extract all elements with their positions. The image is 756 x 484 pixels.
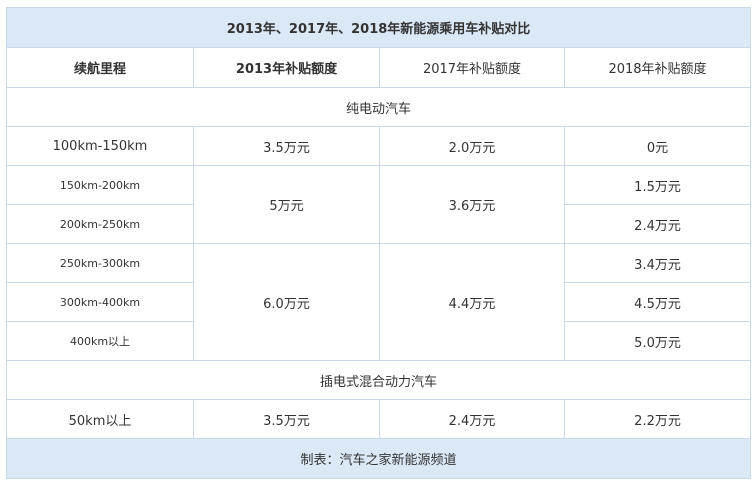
- table-row: 250km-300km 6.0万元 4.4万元 3.4万元: [6, 243, 752, 361]
- table-row: 50km以上 3.5万元 2.4万元 2.2万元: [6, 399, 752, 439]
- range-cell: 200km-250km: [6, 204, 194, 244]
- section-row-electric: 纯电动汽车: [5, 87, 752, 127]
- table-title: 2013年、2017年、2018年新能源乘用车补贴对比: [5, 7, 752, 48]
- table-title-row: 2013年、2017年、2018年新能源乘用车补贴对比: [5, 7, 752, 48]
- value-2017-merged-cell: 4.4万元: [379, 243, 565, 361]
- value-2017-cell: 2.4万元: [379, 399, 565, 439]
- section-label-electric: 纯电动汽车: [5, 87, 752, 127]
- value-2018-cell: 4.5万元: [563, 282, 752, 322]
- header-2013: 2013年补贴额度: [193, 47, 380, 88]
- range-cell: 250km-300km: [6, 243, 194, 283]
- range-cell: 50km以上: [6, 399, 194, 439]
- header-range: 续航里程: [6, 47, 194, 88]
- range-cell: 150km-200km: [6, 165, 194, 205]
- section-row-plugin-hybrid: 插电式混合动力汽车: [5, 360, 752, 400]
- header-2018: 2018年补贴额度: [563, 47, 752, 88]
- value-2018-cell: 3.4万元: [563, 243, 752, 283]
- value-2013-cell: 3.5万元: [193, 126, 380, 166]
- header-2017: 2017年补贴额度: [379, 47, 565, 88]
- value-2017-cell: 2.0万元: [379, 126, 565, 166]
- table-row: 100km-150km 3.5万元 2.0万元 0元: [6, 126, 752, 166]
- value-2018-cell: 5.0万元: [563, 321, 752, 361]
- range-cell: 400km以上: [6, 321, 194, 361]
- range-cell: 100km-150km: [6, 126, 194, 166]
- value-2013-merged-cell: 5万元: [193, 165, 380, 244]
- section-label-plugin-hybrid: 插电式混合动力汽车: [5, 360, 752, 400]
- value-2018-cell: 1.5万元: [563, 165, 752, 205]
- value-2018-cell: 2.2万元: [563, 399, 752, 439]
- value-2013-cell: 3.5万元: [193, 399, 380, 439]
- table-row: 150km-200km 5万元 3.6万元 1.5万元: [6, 165, 752, 244]
- value-2013-merged-cell: 6.0万元: [193, 243, 380, 361]
- subsidy-comparison-table: 2013年、2017年、2018年新能源乘用车补贴对比 续航里程 2013年补贴…: [5, 7, 752, 479]
- table-footer-row: 制表：汽车之家新能源频道: [5, 438, 752, 479]
- value-2018-cell: 2.4万元: [563, 204, 752, 244]
- value-2017-merged-cell: 3.6万元: [379, 165, 565, 244]
- range-cell: 300km-400km: [6, 282, 194, 322]
- value-2018-cell: 0元: [563, 126, 752, 166]
- table-header-row: 续航里程 2013年补贴额度 2017年补贴额度 2018年补贴额度: [6, 47, 752, 88]
- table-source-note: 制表：汽车之家新能源频道: [5, 438, 752, 479]
